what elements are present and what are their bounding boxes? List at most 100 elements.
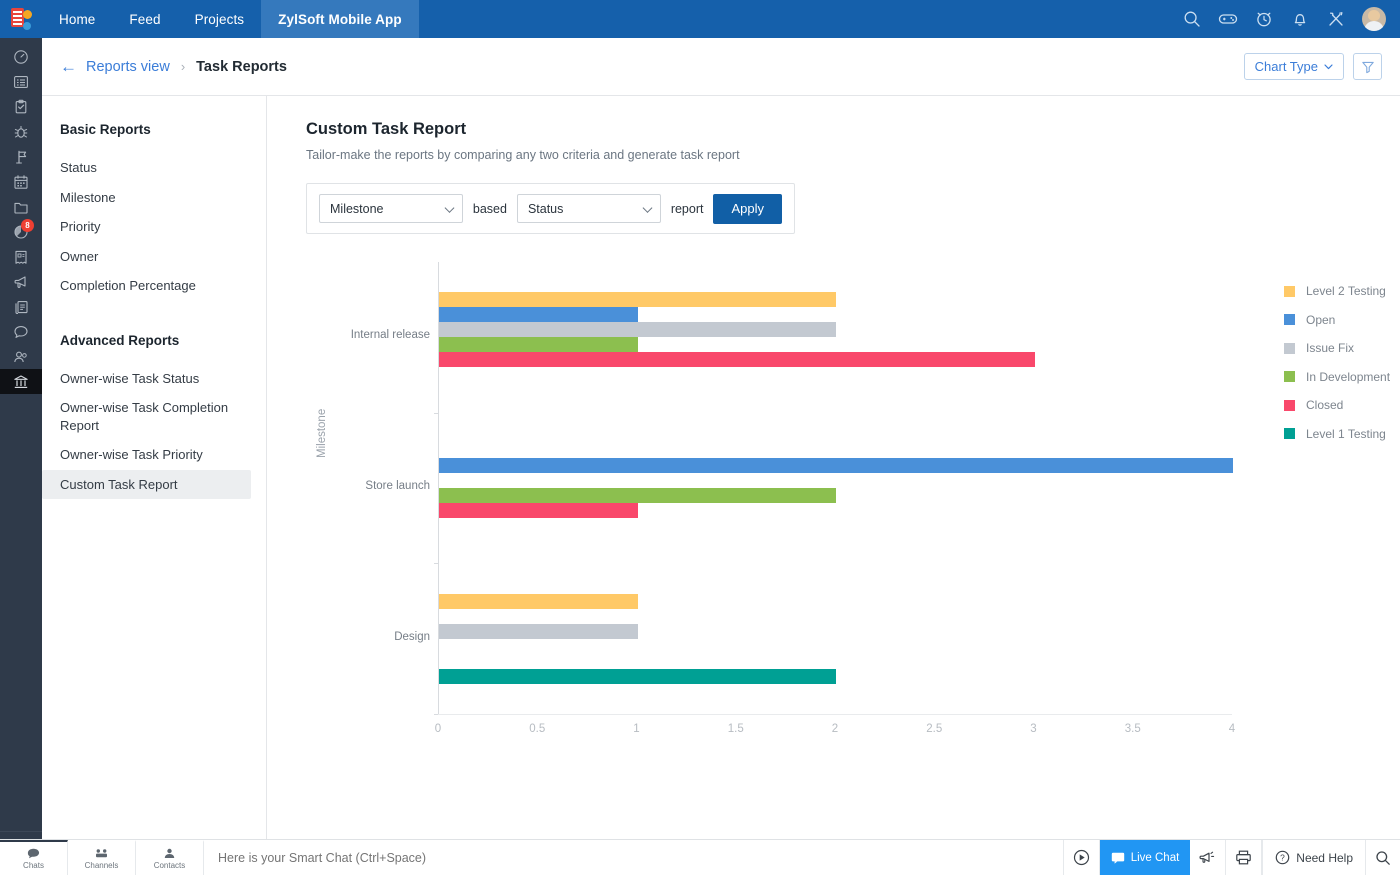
nav-item-home[interactable]: Home <box>42 0 112 38</box>
app-root: Home Feed Projects ZylSoft Mobile App <box>0 0 1400 875</box>
smart-chat-input[interactable] <box>218 851 1063 865</box>
legend-label: In Development <box>1306 370 1390 384</box>
rail-item-tasks[interactable] <box>0 94 42 119</box>
y-axis-category-label: Internal release <box>351 329 430 341</box>
rail-item-documents[interactable] <box>0 194 42 219</box>
legend-item[interactable]: Level 1 Testing <box>1284 427 1390 441</box>
rail-item-milestones[interactable] <box>0 144 42 169</box>
channels-icon <box>95 847 108 859</box>
report-item-owner-wise-task-completion-report[interactable]: Owner-wise Task Completion Report <box>42 393 251 440</box>
clipboard-check-icon <box>13 98 30 115</box>
alarm-clock-icon[interactable] <box>1254 9 1274 29</box>
rail-item-chat[interactable] <box>0 319 42 344</box>
report-item-owner-wise-task-priority[interactable]: Owner-wise Task Priority <box>42 440 251 470</box>
report-item-milestone[interactable]: Milestone <box>42 183 251 213</box>
breadcrumb-reports-view[interactable]: Reports view <box>86 59 170 75</box>
chart-bar[interactable] <box>439 624 638 639</box>
chart-bar[interactable] <box>439 488 836 503</box>
nav-item-zylsoft-mobile-app[interactable]: ZylSoft Mobile App <box>261 0 419 38</box>
report-item-status[interactable]: Status <box>42 153 251 183</box>
chart-bar[interactable] <box>439 669 836 684</box>
report-item-completion-percentage[interactable]: Completion Percentage <box>42 271 251 301</box>
nav-item-feed[interactable]: Feed <box>112 0 177 38</box>
folder-icon <box>13 198 30 215</box>
chatbar-search-button[interactable] <box>1366 840 1400 875</box>
rail-item-announcements[interactable] <box>0 269 42 294</box>
apply-button[interactable]: Apply <box>713 194 782 224</box>
bell-icon[interactable] <box>1290 9 1310 29</box>
chat-tab-label: Channels <box>85 861 119 870</box>
y-axis-tick <box>434 563 439 564</box>
chart-bar[interactable] <box>439 594 638 609</box>
print-button[interactable] <box>1226 840 1262 875</box>
rail-item-pages[interactable] <box>0 294 42 319</box>
back-arrow-icon[interactable]: ← <box>60 58 77 75</box>
first-criteria-select[interactable]: Milestone <box>319 194 463 223</box>
legend-item[interactable]: In Development <box>1284 370 1390 384</box>
chat-tab-label: Contacts <box>154 861 186 870</box>
tools-icon[interactable] <box>1326 9 1346 29</box>
rail-item-invoices[interactable] <box>0 244 42 269</box>
list-icon <box>13 73 30 90</box>
chart-bar[interactable] <box>439 337 638 352</box>
legend-label: Level 1 Testing <box>1306 427 1386 441</box>
live-chat-icon <box>1111 852 1125 864</box>
chart-bar[interactable] <box>439 352 1035 367</box>
chat-tab-contacts[interactable]: Contacts <box>136 840 204 875</box>
chart-bar[interactable] <box>439 503 638 518</box>
rail-item-bugs[interactable] <box>0 119 42 144</box>
nav-item-projects[interactable]: Projects <box>178 0 262 38</box>
legend-label: Open <box>1306 313 1335 327</box>
custom-task-report-chart: Milestone Internal releaseStore launchDe… <box>306 262 1366 742</box>
y-axis-title: Milestone <box>316 409 328 458</box>
rail-item-calendar[interactable] <box>0 169 42 194</box>
rail-item-reports[interactable] <box>0 369 42 394</box>
top-navigation-bar: Home Feed Projects ZylSoft Mobile App <box>0 0 1400 38</box>
play-button[interactable] <box>1064 840 1100 875</box>
chart-bar[interactable] <box>439 292 836 307</box>
calendar-icon <box>13 173 30 190</box>
chat-bubble-icon <box>27 847 40 859</box>
svg-text:?: ? <box>1280 853 1285 863</box>
chat-tab-channels[interactable]: Channels <box>68 840 136 875</box>
chart-type-button[interactable]: Chart Type <box>1244 53 1344 80</box>
report-item-owner[interactable]: Owner <box>42 242 251 272</box>
user-avatar[interactable] <box>1362 7 1386 31</box>
zoho-projects-logo-icon <box>10 8 32 30</box>
need-help-button[interactable]: ? Need Help <box>1262 840 1366 875</box>
smart-chat-field[interactable] <box>204 840 1064 875</box>
app-logo[interactable] <box>0 0 42 38</box>
legend-item[interactable]: Open <box>1284 313 1390 327</box>
bank-icon <box>13 373 30 390</box>
rail-item-dashboard[interactable] <box>0 44 42 69</box>
rail-item-users[interactable] <box>0 344 42 369</box>
chart-bar[interactable] <box>439 458 1233 473</box>
x-axis-tick-label: 2.5 <box>926 723 942 735</box>
bug-icon <box>13 123 30 140</box>
page-title: Task Reports <box>196 59 287 75</box>
filter-button[interactable] <box>1353 53 1382 80</box>
rail-item-list[interactable] <box>0 69 42 94</box>
report-subtitle: Tailor-make the reports by comparing any… <box>306 148 1400 162</box>
report-item-custom-task-report[interactable]: Custom Task Report <box>42 470 251 500</box>
second-criteria-select[interactable]: Status <box>517 194 661 223</box>
report-item-owner-wise-task-status[interactable]: Owner-wise Task Status <box>42 364 251 394</box>
chart-legend: Level 2 Testing Open Issue Fix In Developme… <box>1284 284 1390 455</box>
first-criteria-value: Milestone <box>330 202 384 216</box>
legend-item[interactable]: Issue Fix <box>1284 341 1390 355</box>
legend-item[interactable]: Closed <box>1284 398 1390 412</box>
report-item-priority[interactable]: Priority <box>42 212 251 242</box>
milestone-flag-icon <box>13 148 30 165</box>
search-icon[interactable] <box>1182 9 1202 29</box>
announcement-button[interactable] <box>1190 840 1226 875</box>
live-chat-button[interactable]: Live Chat <box>1100 840 1191 875</box>
gamepad-icon[interactable] <box>1218 9 1238 29</box>
rail-item-timesheet[interactable]: 8 <box>0 219 42 244</box>
chart-bar[interactable] <box>439 322 836 337</box>
pages-icon <box>13 298 30 315</box>
chat-tab-chats[interactable]: Chats <box>0 840 68 875</box>
chat-bubble-icon <box>13 323 30 340</box>
based-label: based <box>473 202 507 216</box>
chart-bar[interactable] <box>439 307 638 322</box>
legend-item[interactable]: Level 2 Testing <box>1284 284 1390 298</box>
